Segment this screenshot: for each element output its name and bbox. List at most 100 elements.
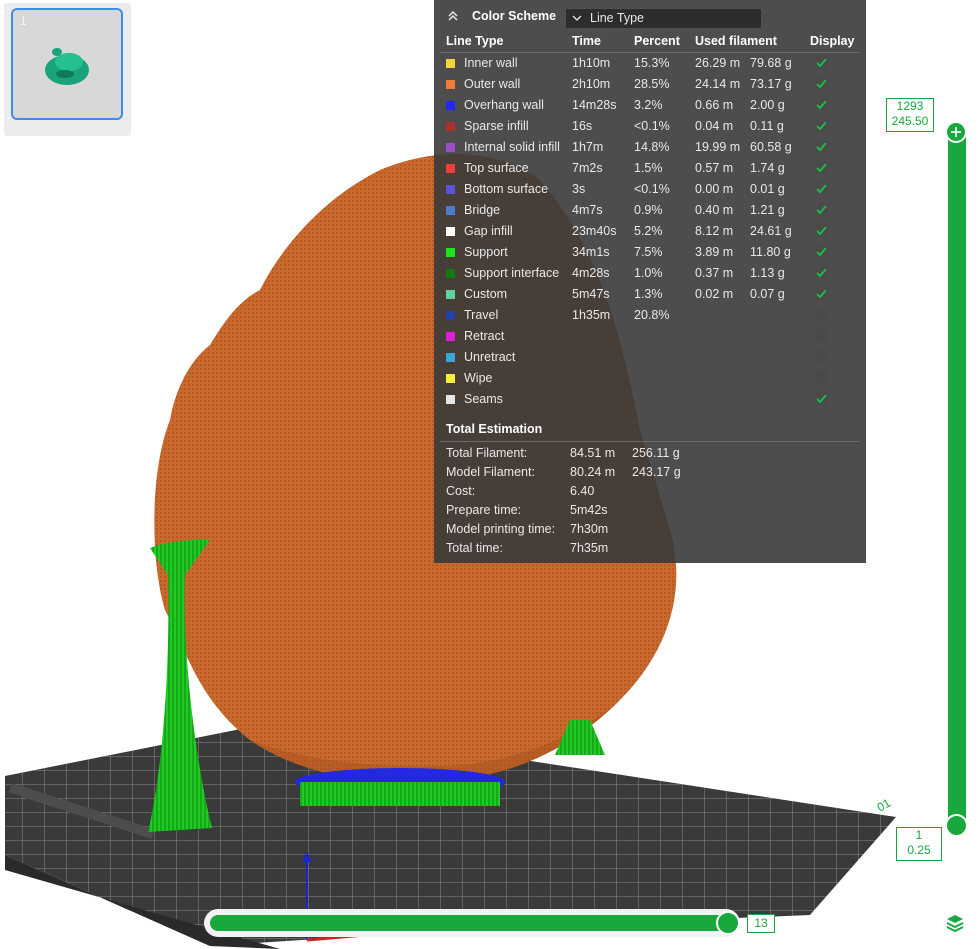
- line-type-grams: 1.21 g: [750, 203, 785, 217]
- display-checkbox[interactable]: [815, 161, 828, 174]
- layer-slider-track[interactable]: [948, 125, 966, 831]
- line-type-percent: 3.2%: [634, 98, 663, 112]
- display-checkbox[interactable]: [815, 77, 828, 90]
- check-icon: [816, 79, 827, 89]
- line-type-grams: 1.13 g: [750, 266, 785, 280]
- display-checkbox[interactable]: [815, 350, 828, 363]
- display-checkbox[interactable]: [815, 224, 828, 237]
- color-swatch: [446, 122, 455, 131]
- line-type-time: 5m47s: [572, 287, 610, 301]
- plate-thumbnail[interactable]: 1: [11, 8, 123, 120]
- header-time: Time: [572, 34, 601, 48]
- line-type-time: 1h7m: [572, 140, 604, 154]
- bottom-layer-number: 1: [915, 828, 923, 842]
- check-icon: [816, 205, 827, 215]
- line-type-grams: 1.74 g: [750, 161, 785, 175]
- total-row: Total Filament: 84.51 m 256.11 g: [434, 446, 866, 465]
- line-type-meters: 0.37 m: [695, 266, 734, 280]
- top-layer-height: 245.50: [891, 114, 929, 128]
- display-checkbox[interactable]: [815, 329, 828, 342]
- table-row: Travel 1h35m 20.8%: [434, 305, 866, 326]
- check-icon: [816, 289, 827, 299]
- chevron-down-icon: [572, 15, 582, 21]
- check-icon: [816, 268, 827, 278]
- plate-thumbnail-panel: 1: [4, 3, 131, 136]
- table-row: Custom 5m47s 1.3% 0.02 m 0.07 g: [434, 284, 866, 305]
- line-type-percent: 20.8%: [634, 308, 670, 322]
- total-value: 5m42s: [570, 503, 608, 517]
- total-label: Model Filament:: [446, 465, 535, 479]
- display-checkbox[interactable]: [815, 119, 828, 132]
- collapse-up-icon[interactable]: [446, 9, 460, 23]
- display-checkbox[interactable]: [815, 182, 828, 195]
- panel-title: Color Scheme: [472, 9, 557, 23]
- layers-icon[interactable]: [945, 913, 965, 933]
- table-row: Unretract: [434, 347, 866, 368]
- line-type-name: Internal solid infill: [464, 140, 560, 154]
- move-slider-track[interactable]: [210, 915, 732, 931]
- top-layer-number: 1293: [896, 99, 924, 113]
- model-preview-icon: [45, 48, 89, 85]
- total-row: Model printing time: 7h30m: [434, 522, 866, 541]
- color-swatch: [446, 332, 455, 341]
- line-type-grams: 24.61 g: [750, 224, 792, 238]
- total-label: Total Filament:: [446, 446, 528, 460]
- table-row: Seams: [434, 389, 866, 410]
- table-row: Bottom surface 3s <0.1% 0.00 m 0.01 g: [434, 179, 866, 200]
- color-swatch: [446, 101, 455, 110]
- line-type-meters: 0.40 m: [695, 203, 734, 217]
- layer-slider-top-handle[interactable]: [945, 121, 967, 143]
- line-type-percent: 1.0%: [634, 266, 663, 280]
- line-type-time: 16s: [572, 119, 593, 133]
- check-icon: [816, 184, 827, 194]
- table-row: Sparse infill 16s <0.1% 0.04 m 0.11 g: [434, 116, 866, 137]
- table-row: Internal solid infill 1h7m 14.8% 19.99 m 60.…: [434, 137, 866, 158]
- line-type-percent: <0.1%: [634, 182, 670, 196]
- table-row: Gap infill 23m40s 5.2% 8.12 m 24.61 g: [434, 221, 866, 242]
- layer-slider-bottom-label: 1 0.25: [896, 827, 942, 861]
- total-estimation-title: Total Estimation: [446, 422, 543, 436]
- display-checkbox[interactable]: [815, 245, 828, 258]
- line-type-name: Outer wall: [464, 77, 521, 91]
- display-checkbox[interactable]: [815, 140, 828, 153]
- line-type-time: 2h10m: [572, 77, 611, 91]
- display-checkbox[interactable]: [815, 56, 828, 69]
- display-checkbox[interactable]: [815, 203, 828, 216]
- line-type-percent: 1.5%: [634, 161, 663, 175]
- line-type-time: 14m28s: [572, 98, 617, 112]
- line-type-time: 3s: [572, 182, 586, 196]
- line-type-name: Support interface: [464, 266, 560, 280]
- total-label: Prepare time:: [446, 503, 522, 517]
- line-type-time: 7m2s: [572, 161, 603, 175]
- line-type-name: Gap infill: [464, 224, 513, 238]
- line-type-name: Bridge: [464, 203, 501, 217]
- table-row: Top surface 7m2s 1.5% 0.57 m 1.74 g: [434, 158, 866, 179]
- check-icon: [816, 142, 827, 152]
- line-type-meters: 8.12 m: [695, 224, 734, 238]
- color-swatch: [446, 374, 455, 383]
- total-value: 7h30m: [570, 522, 609, 536]
- table-row: Bridge 4m7s 0.9% 0.40 m 1.21 g: [434, 200, 866, 221]
- color-swatch: [446, 269, 455, 278]
- plate-number: 1: [20, 14, 27, 28]
- display-checkbox[interactable]: [815, 308, 828, 321]
- check-icon: [816, 121, 827, 131]
- display-checkbox[interactable]: [815, 266, 828, 279]
- line-type-name: Seams: [464, 392, 503, 406]
- color-scheme-panel: Color Scheme Line Type Line Type Time Pe…: [434, 0, 866, 563]
- line-type-percent: 0.9%: [634, 203, 663, 217]
- display-checkbox[interactable]: [815, 98, 828, 111]
- move-slider-handle[interactable]: [716, 911, 740, 935]
- table-row: Wipe: [434, 368, 866, 389]
- header-display: Display: [810, 34, 855, 48]
- display-checkbox[interactable]: [815, 287, 828, 300]
- display-checkbox[interactable]: [815, 392, 828, 405]
- layer-slider-bottom-handle[interactable]: [945, 814, 968, 837]
- line-type-grams: 0.07 g: [750, 287, 785, 301]
- color-scheme-dropdown[interactable]: Line Type: [565, 8, 762, 29]
- svg-text:01: 01: [875, 796, 894, 815]
- total-value: 84.51 m: [570, 446, 616, 460]
- line-type-grams: 11.80 g: [750, 245, 791, 259]
- total-row: Model Filament: 80.24 m 243.17 g: [434, 465, 866, 484]
- display-checkbox[interactable]: [815, 371, 828, 384]
